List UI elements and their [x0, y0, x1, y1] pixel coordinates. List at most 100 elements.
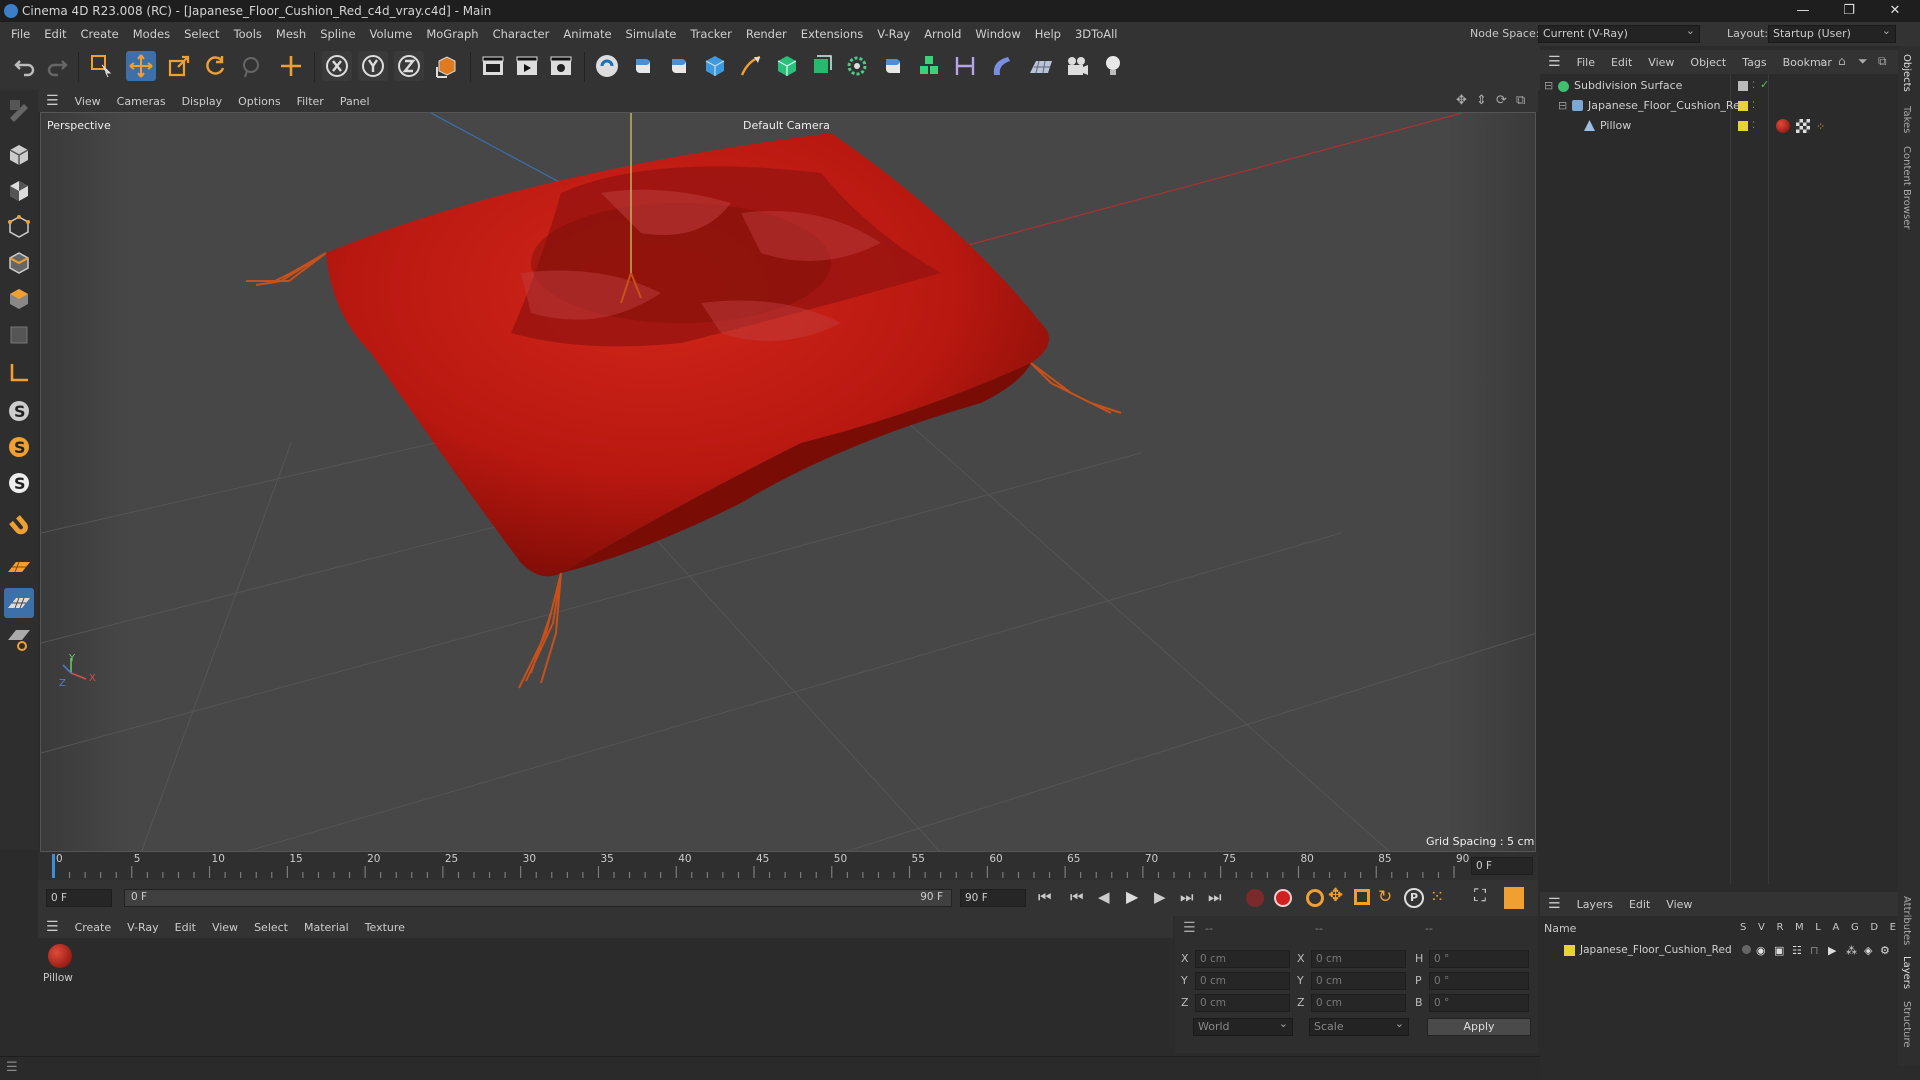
- material-menu-vray[interactable]: V-Ray: [119, 921, 167, 934]
- material-tag-icon[interactable]: [1776, 119, 1790, 133]
- measure-button[interactable]: [950, 51, 980, 81]
- python-script-2-button[interactable]: [664, 51, 694, 81]
- menu-mograph[interactable]: MoGraph: [419, 27, 485, 41]
- key-pla-icon[interactable]: ⁙: [1430, 887, 1444, 907]
- tab-takes[interactable]: Takes: [1901, 106, 1912, 133]
- render-view-button[interactable]: [478, 51, 508, 81]
- key-parameter-icon[interactable]: P: [1404, 888, 1424, 908]
- size-z-field[interactable]: 0 cm: [1311, 994, 1406, 1012]
- points-mode-button[interactable]: [4, 212, 34, 242]
- mograph-cubes-button[interactable]: [914, 51, 944, 81]
- timeline-ruler[interactable]: 0 5 10 15 20 25 30 35 40 45 50 55 60 65 70 75 80 85 90 0 F: [38, 852, 1538, 880]
- current-frame-field[interactable]: 0 F: [1471, 857, 1533, 875]
- rotate-tool-button[interactable]: [200, 51, 230, 81]
- menu-simulate[interactable]: Simulate: [619, 27, 684, 41]
- material-swatch-pillow[interactable]: Pillow: [42, 942, 78, 990]
- layer-color-swatch[interactable]: [1738, 121, 1748, 131]
- restore-button[interactable]: ❐: [1826, 0, 1872, 22]
- menu-tracker[interactable]: Tracker: [683, 27, 739, 41]
- live-selection-button[interactable]: [86, 51, 116, 81]
- apply-button[interactable]: Apply: [1427, 1018, 1531, 1036]
- uvw-tag-icon[interactable]: [1796, 119, 1810, 133]
- axis-mode-button[interactable]: [4, 358, 34, 388]
- timeline-layout-icon[interactable]: [1504, 887, 1524, 909]
- quantize-button[interactable]: S: [4, 468, 34, 498]
- viewport-rotate-icon[interactable]: ⟳: [1496, 93, 1507, 108]
- object-home-icon[interactable]: ⌂: [1838, 54, 1846, 68]
- transform-tool-button[interactable]: [276, 51, 306, 81]
- end-frame-field[interactable]: 90 F: [960, 889, 1026, 907]
- coord-system-dropdown[interactable]: World: [1193, 1016, 1293, 1036]
- key-scale-icon[interactable]: [1354, 889, 1370, 905]
- viewport-menu-view[interactable]: View: [67, 95, 109, 108]
- floor-button[interactable]: [1026, 51, 1056, 81]
- visibility-dots-icon[interactable]: ⁚: [1752, 116, 1755, 136]
- object-search-icon[interactable]: ⌕: [1820, 54, 1827, 69]
- enabled-check-icon[interactable]: ✓: [1760, 75, 1769, 95]
- autokey-icon[interactable]: [1274, 889, 1292, 907]
- light-button[interactable]: [1098, 51, 1128, 81]
- rot-p-field[interactable]: 0 °: [1429, 972, 1529, 990]
- layer-menu-layers[interactable]: Layers: [1569, 898, 1621, 911]
- size-mode-dropdown[interactable]: Scale: [1309, 1016, 1409, 1036]
- locked-workplane-button[interactable]: [4, 588, 34, 618]
- menu-extensions[interactable]: Extensions: [794, 27, 870, 41]
- collapse-toggle-icon[interactable]: ⊟: [1558, 96, 1567, 116]
- object-new-window-icon[interactable]: ⧉: [1878, 54, 1887, 69]
- size-y-field[interactable]: 0 cm: [1311, 972, 1406, 990]
- menu-spline[interactable]: Spline: [313, 27, 362, 41]
- pos-x-field[interactable]: 0 cm: [1195, 950, 1290, 968]
- 3d-viewport[interactable]: Perspective Default Camera Z Y X Grid Sp…: [40, 112, 1536, 852]
- material-menu-view[interactable]: View: [204, 921, 246, 934]
- scale-tool-button[interactable]: [164, 51, 194, 81]
- object-menu-view[interactable]: View: [1640, 56, 1682, 69]
- pos-z-field[interactable]: 0 cm: [1195, 994, 1290, 1012]
- coordinate-system-button[interactable]: [432, 51, 462, 81]
- move-tool-button[interactable]: [126, 51, 156, 81]
- layer-color-swatch[interactable]: [1738, 101, 1748, 111]
- layer-render-icon[interactable]: ▣: [1774, 941, 1784, 961]
- recent-tool-button[interactable]: [236, 51, 266, 81]
- viewport-menu-cameras[interactable]: Cameras: [109, 95, 174, 108]
- python-script-1-button[interactable]: [628, 51, 658, 81]
- model-mode-button[interactable]: [4, 140, 34, 170]
- menu-edit[interactable]: Edit: [37, 27, 73, 41]
- redo-button[interactable]: [42, 51, 72, 81]
- layer-color-swatch[interactable]: [1564, 945, 1575, 956]
- menu-modes[interactable]: Modes: [126, 27, 177, 41]
- material-menu-create[interactable]: Create: [67, 921, 120, 934]
- layer-visible-eye-icon[interactable]: ◉: [1756, 941, 1766, 961]
- polygons-mode-button[interactable]: [4, 284, 34, 314]
- menu-3dtoall[interactable]: 3DToAll: [1068, 27, 1125, 41]
- visibility-dots-icon[interactable]: ⁚: [1752, 76, 1755, 96]
- material-menu-select[interactable]: Select: [246, 921, 296, 934]
- node-space-dropdown[interactable]: Current (V-Ray): [1538, 23, 1700, 43]
- viewport-dolly-icon[interactable]: ⇕: [1476, 93, 1487, 108]
- magnet-button[interactable]: [4, 510, 34, 540]
- object-menu-file[interactable]: File: [1569, 56, 1603, 69]
- timeline-playhead[interactable]: [52, 854, 55, 878]
- material-menu-edit[interactable]: Edit: [167, 921, 204, 934]
- camera-button[interactable]: [1062, 51, 1092, 81]
- python-script-3-button[interactable]: [878, 51, 908, 81]
- menu-file[interactable]: File: [4, 27, 37, 41]
- menu-animate[interactable]: Animate: [556, 27, 618, 41]
- vray-logo-button[interactable]: [592, 51, 622, 81]
- tab-content-browser[interactable]: Content Browser: [1901, 146, 1912, 229]
- menu-window[interactable]: Window: [968, 27, 1027, 41]
- object-menu-bookmarks[interactable]: Bookmar: [1775, 56, 1840, 69]
- tab-objects[interactable]: Objects: [1901, 54, 1912, 92]
- object-menu-tags[interactable]: Tags: [1734, 56, 1774, 69]
- next-frame-icon[interactable]: ▶: [1154, 888, 1166, 906]
- layer-lock-icon[interactable]: ⊓: [1810, 941, 1819, 961]
- tree-row-subdivision-surface[interactable]: ⊟ Subdivision Surface ⁚ ✓: [1540, 76, 1898, 96]
- z-axis-toggle[interactable]: [394, 51, 424, 81]
- subdivision-button[interactable]: [772, 51, 802, 81]
- extrude-button[interactable]: [806, 51, 836, 81]
- cloner-button[interactable]: [842, 51, 872, 81]
- tree-row-japanese-floor-cushion[interactable]: ⊟ Japanese_Floor_Cushion_Red ⁚: [1540, 96, 1898, 116]
- menu-render[interactable]: Render: [739, 27, 794, 41]
- size-x-field[interactable]: 0 cm: [1311, 950, 1406, 968]
- object-filter-icon[interactable]: ⏷: [1858, 54, 1868, 69]
- layer-menu-view[interactable]: View: [1658, 898, 1700, 911]
